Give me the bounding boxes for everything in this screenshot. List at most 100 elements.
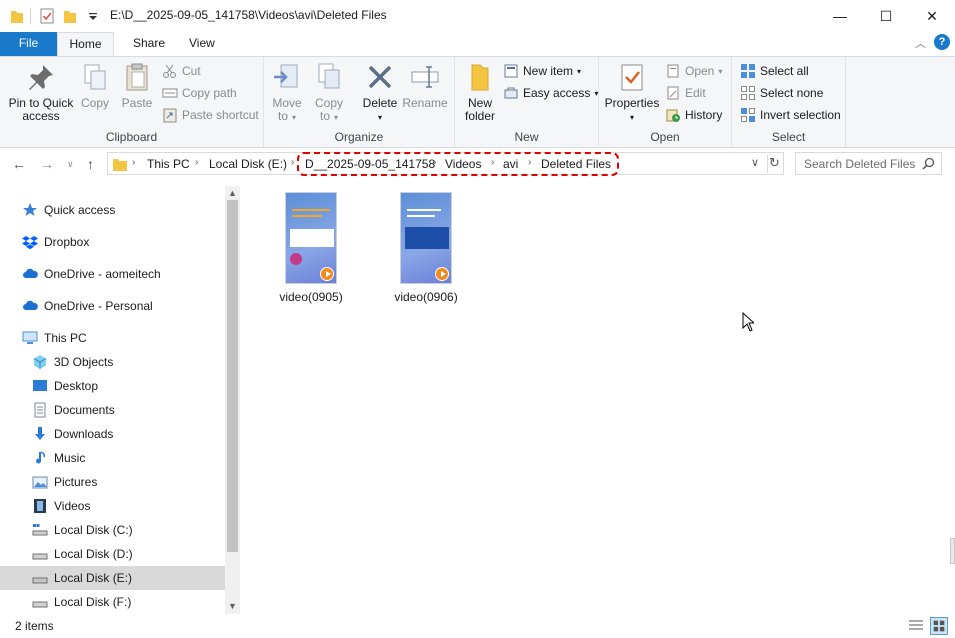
refresh-icon[interactable]: ↻ (769, 155, 780, 171)
copy-to-button[interactable]: Copy to ▾ (312, 61, 346, 124)
file-list-area[interactable]: video(0905) video(0906) (241, 180, 955, 614)
copy-label: Copy (80, 96, 109, 110)
nav-item-local-disk-c[interactable]: Local Disk (C:) (32, 518, 133, 542)
new-item-button[interactable]: New item ▾ (503, 61, 581, 81)
nav-label: This PC (44, 331, 87, 345)
breadcrumb-separator-icon[interactable]: › (195, 157, 198, 168)
new-folder-quick-icon[interactable] (63, 8, 77, 24)
paste-shortcut-button[interactable]: Paste shortcut (162, 105, 259, 125)
scroll-down-icon[interactable]: ▼ (228, 601, 237, 611)
cut-button[interactable]: Cut (162, 61, 201, 81)
nav-item-this-pc[interactable]: This PC (22, 326, 87, 350)
select-none-button[interactable]: Select none (740, 83, 823, 103)
nav-item-desktop[interactable]: Desktop (32, 374, 98, 398)
pin-to-quick-access-button[interactable]: Pin to Quick access (6, 61, 76, 123)
copy-button[interactable]: Copy (78, 61, 112, 110)
nav-label: Local Disk (E:) (54, 571, 133, 585)
new-folder-button[interactable]: New folder (461, 61, 499, 123)
address-dropdown-icon[interactable]: ∨ (751, 156, 759, 169)
nav-label: Local Disk (C:) (54, 523, 133, 537)
history-button[interactable]: History (665, 105, 722, 125)
tab-view[interactable]: View (178, 32, 226, 56)
select-all-label: Select all (760, 64, 809, 78)
up-arrow-icon[interactable]: ↑ (87, 156, 94, 172)
pin-label-line2: access (22, 109, 60, 123)
properties-button[interactable]: Properties ▾ (604, 61, 660, 124)
scroll-up-icon[interactable]: ▲ (228, 188, 237, 198)
open-group-label: Open (650, 130, 680, 144)
select-all-button[interactable]: Select all (740, 61, 809, 81)
tab-home[interactable]: Home (57, 32, 114, 57)
maximize-button[interactable]: ☐ (863, 0, 909, 32)
invert-selection-button[interactable]: Invert selection (740, 105, 841, 125)
easy-access-button[interactable]: Easy access ▾ (503, 83, 598, 103)
large-icons-view-icon[interactable] (930, 617, 948, 635)
dropbox-icon (22, 236, 38, 250)
title-separator (30, 8, 31, 24)
breadcrumb-separator-icon[interactable]: › (291, 157, 294, 168)
document-icon (34, 402, 46, 418)
cloud-icon (23, 268, 38, 278)
help-button[interactable]: ? (934, 34, 950, 50)
edit-button[interactable]: Edit (665, 83, 706, 103)
tab-share[interactable]: Share (122, 32, 176, 56)
properties-check-icon[interactable] (40, 8, 54, 24)
nav-label: Music (54, 451, 86, 465)
nav-item-local-disk-f[interactable]: Local Disk (F:) (32, 590, 131, 614)
thumbnail-screenshot (290, 229, 334, 247)
nav-scrollbar-thumb[interactable] (227, 200, 238, 552)
breadcrumb-separator-icon[interactable]: › (132, 157, 135, 168)
thumbnail-title-line (292, 215, 322, 217)
nav-item-documents[interactable]: Documents (32, 398, 115, 422)
select-none-label: Select none (760, 86, 824, 100)
breadcrumb-this-pc[interactable]: This PC (147, 157, 190, 171)
nav-item-quick-access[interactable]: Quick access (22, 198, 115, 222)
nav-label: Pictures (54, 475, 98, 489)
cube-icon (33, 355, 47, 369)
copy-path-button[interactable]: Copy path (162, 83, 237, 103)
nav-item-downloads[interactable]: Downloads (32, 422, 113, 446)
back-arrow-icon[interactable]: ← (12, 156, 26, 172)
nav-item-local-disk-e[interactable]: Local Disk (E:) (0, 566, 225, 590)
open-group: Properties ▾ Open ▾ Edit History Open (599, 57, 732, 147)
video-thumbnail (285, 192, 337, 284)
copy-icon (84, 64, 106, 90)
close-button[interactable]: ✕ (909, 0, 955, 32)
details-view-icon[interactable] (907, 617, 925, 635)
clipboard-group-label: Clipboard (105, 130, 158, 144)
file-item[interactable]: video(0905) (271, 192, 351, 304)
nav-item-onedrive-personal[interactable]: OneDrive - Personal (22, 294, 153, 318)
search-input[interactable]: Search Deleted Files (795, 152, 942, 175)
rename-button[interactable]: Rename (402, 61, 448, 110)
nav-item-3d-objects[interactable]: 3D Objects (32, 350, 113, 374)
nav-item-dropbox[interactable]: Dropbox (22, 230, 89, 254)
delete-button[interactable]: Delete ▾ (361, 61, 399, 124)
video-thumbnail (400, 192, 452, 284)
desktop-icon (33, 380, 47, 391)
rename-label: Rename (402, 96, 448, 110)
title-bar: E:\D__2025-09-05_141758\Videos\avi\Delet… (0, 0, 955, 32)
recent-locations-chevron-icon[interactable]: ∨ (67, 159, 74, 170)
nav-item-onedrive-aomeitech[interactable]: OneDrive - aomeitech (22, 262, 161, 286)
paste-label: Paste (121, 96, 153, 110)
move-to-button[interactable]: Move to ▾ (270, 61, 304, 124)
edit-icon (667, 86, 679, 100)
breadcrumb-local-disk-e[interactable]: Local Disk (E:) (209, 157, 287, 171)
new-folder-label-line1: New (467, 96, 492, 110)
file-item[interactable]: video(0906) (386, 192, 466, 304)
nav-item-videos[interactable]: Videos (32, 494, 90, 518)
nav-item-pictures[interactable]: Pictures (32, 470, 97, 494)
delete-label: Delete (362, 96, 398, 110)
file-name: video(0906) (394, 290, 458, 304)
thumbnail-avatar (290, 253, 302, 265)
nav-item-music[interactable]: Music (32, 446, 85, 470)
open-button[interactable]: Open ▾ (665, 61, 722, 81)
forward-arrow-icon[interactable]: → (40, 156, 54, 172)
select-none-icon (741, 86, 755, 100)
customize-quick-access-icon[interactable] (86, 8, 100, 24)
nav-item-local-disk-d[interactable]: Local Disk (D:) (32, 542, 133, 566)
tab-file[interactable]: File (0, 32, 57, 56)
collapse-ribbon-icon[interactable]: ︿ (915, 35, 926, 51)
minimize-button[interactable]: — (817, 0, 863, 32)
paste-button[interactable]: Paste (118, 61, 156, 110)
